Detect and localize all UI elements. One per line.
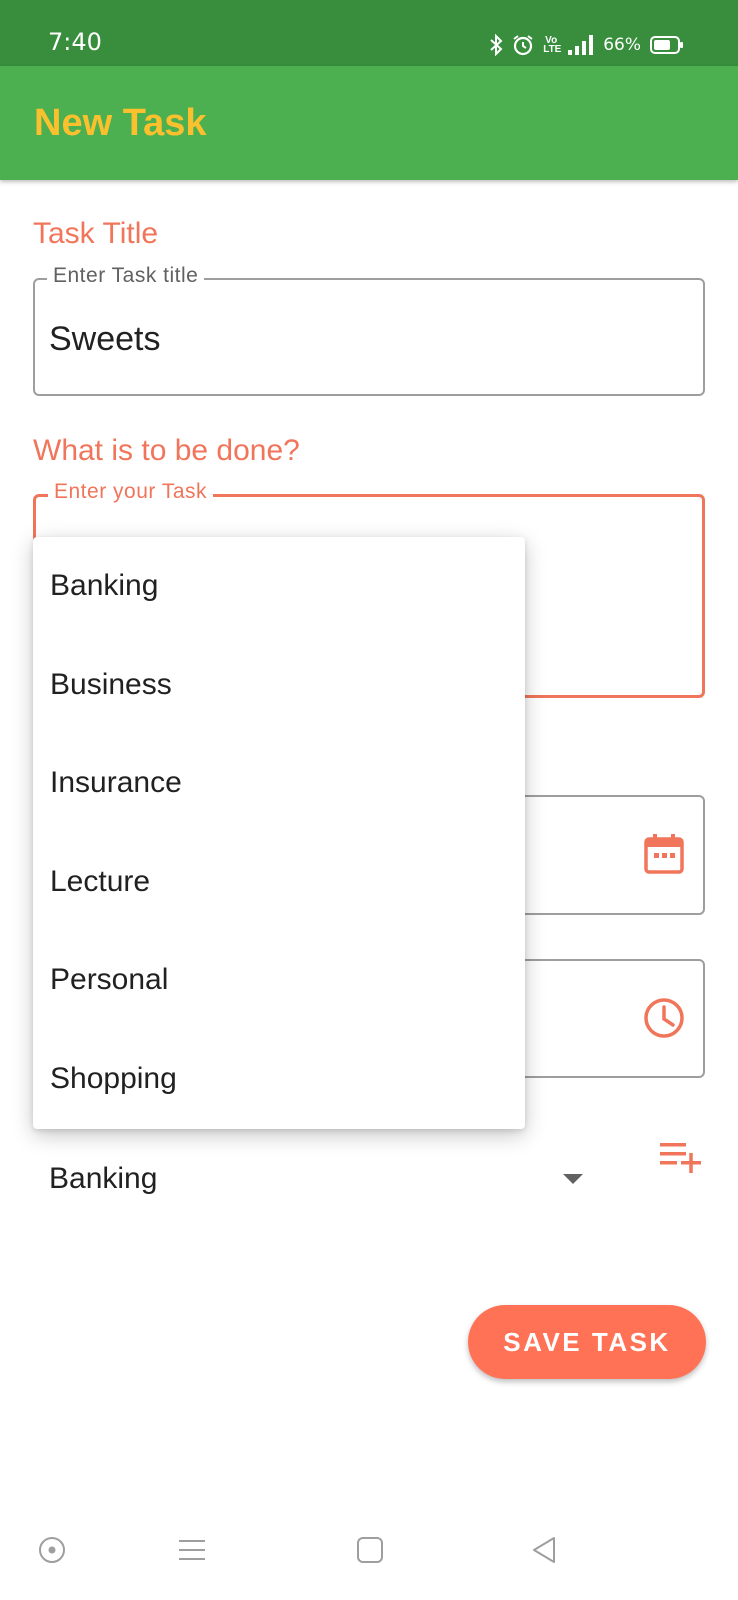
menu-item-shopping[interactable]: Shopping [33,1030,525,1129]
category-dropdown-menu: Banking Business Insurance Lecture Perso… [33,537,525,1129]
signal-icon [568,35,594,55]
category-selected: Banking [49,1162,158,1195]
task-description-heading: What is to be done? [33,434,300,467]
volte-icon: Vo LTE [543,36,562,55]
back-icon[interactable] [530,1536,558,1569]
battery-icon [650,36,684,54]
menu-item-business[interactable]: Business [33,636,525,735]
battery-percent: 66% [603,35,641,55]
task-title-value[interactable]: Sweets [49,320,161,359]
page-title: New Task [34,102,207,144]
task-title-field[interactable]: Enter Task title Sweets [33,264,705,396]
task-description-label: Enter your Task [48,480,214,504]
menu-item-personal[interactable]: Personal [33,931,525,1030]
status-icons: Vo LTE 66% [489,32,684,58]
menu-item-lecture[interactable]: Lecture [33,833,525,932]
recents-icon[interactable] [178,1536,206,1569]
clock-icon[interactable] [643,997,685,1044]
menu-item-banking[interactable]: Banking [33,537,525,636]
category-spinner[interactable]: Banking [33,1148,593,1208]
playlist-add-icon[interactable] [658,1140,704,1179]
save-task-button[interactable]: SAVE TASK [468,1305,706,1379]
chevron-down-icon [563,1174,583,1184]
volte-line2: LTE [543,44,562,55]
home-icon[interactable] [356,1536,384,1569]
menu-item-insurance[interactable]: Insurance [33,734,525,833]
bluetooth-icon [489,34,503,56]
system-nav-bar [0,1522,738,1600]
alarm-icon [512,34,534,56]
task-title-label: Enter Task title [47,264,205,288]
assistant-icon[interactable] [38,1536,66,1569]
status-time: 7:40 [48,28,102,56]
task-title-heading: Task Title [33,217,159,250]
status-bar: 7:40 Vo LTE 66% [0,0,738,66]
app-bar: New Task [0,66,738,180]
calendar-icon[interactable] [643,833,685,880]
